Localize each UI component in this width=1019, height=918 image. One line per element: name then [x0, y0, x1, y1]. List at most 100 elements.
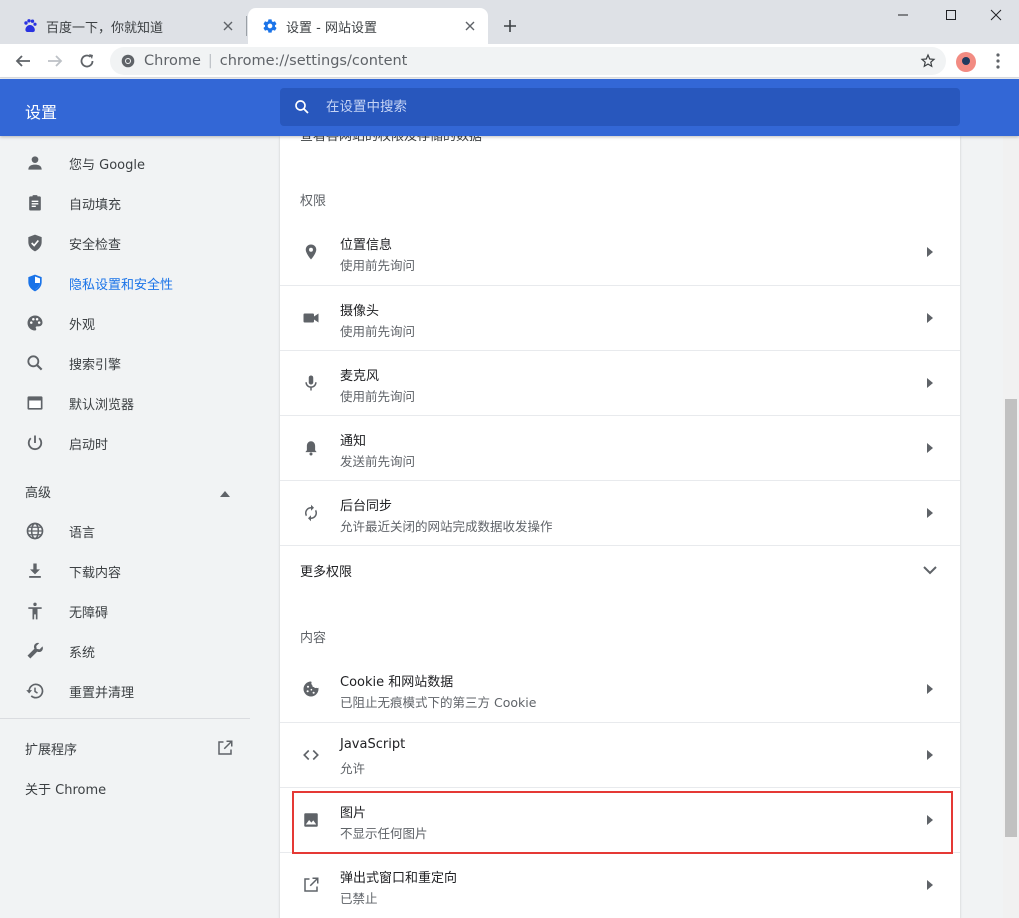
back-button[interactable]	[11, 49, 35, 73]
row-subtitle: 允许最近关闭的网站完成数据收发操作	[340, 519, 553, 534]
browser-toolbar: Chrome | chrome://settings/content	[0, 44, 1019, 78]
close-window-button[interactable]	[973, 0, 1019, 30]
permission-location[interactable]: 位置信息 使用前先询问	[280, 220, 960, 285]
url-path: chrome://settings/content	[219, 53, 408, 69]
close-icon[interactable]	[462, 18, 478, 34]
arrow-right-icon	[48, 55, 63, 67]
row-title: 后台同步	[340, 499, 393, 514]
sidebar-item-label: 关于 Chrome	[25, 782, 107, 798]
permission-background-sync[interactable]: 后台同步 允许最近关闭的网站完成数据收发操作	[280, 480, 960, 545]
advanced-toggle[interactable]: 高级	[0, 471, 250, 511]
tab-baidu[interactable]: 百度一下，你就知道	[8, 8, 246, 44]
new-tab-button[interactable]	[498, 14, 522, 38]
more-permissions-expander[interactable]: 更多权限	[280, 545, 960, 593]
tab-separator	[246, 16, 247, 36]
settings-header: 设置	[0, 79, 1019, 136]
row-title: 位置信息	[340, 238, 393, 253]
arrow-right-icon	[924, 681, 936, 697]
open-in-new-icon	[216, 739, 234, 761]
download-icon	[24, 560, 46, 582]
page-scrollbar-thumb[interactable]	[1005, 399, 1017, 837]
sidebar-item-reset[interactable]: 重置并清理	[0, 671, 250, 711]
sidebar-item-google[interactable]: 您与 Google	[0, 143, 250, 183]
bookmark-star-icon[interactable]	[918, 51, 938, 71]
camera-icon	[300, 307, 322, 329]
maximize-icon	[946, 10, 956, 20]
forward-button[interactable]	[43, 49, 67, 73]
tab-settings[interactable]: 设置 - 网站设置	[248, 8, 488, 44]
chrome-icon	[120, 53, 136, 69]
sidebar-item-languages[interactable]: 语言	[0, 511, 250, 551]
minimize-button[interactable]	[880, 0, 926, 30]
url-origin: Chrome	[144, 53, 201, 69]
sidebar-item-default-browser[interactable]: 默认浏览器	[0, 383, 250, 423]
sidebar-item-accessibility[interactable]: 无障碍	[0, 591, 250, 631]
minimize-icon	[898, 14, 908, 16]
row-title: 摄像头	[340, 304, 380, 319]
browser-icon	[24, 392, 46, 414]
content-cookies[interactable]: Cookie 和网站数据 已阻止无痕模式下的第三方 Cookie	[280, 657, 960, 722]
close-icon[interactable]	[220, 18, 236, 34]
sync-icon	[300, 502, 322, 524]
row-subtitle: 发送前先询问	[340, 454, 416, 469]
reload-button[interactable]	[75, 49, 99, 73]
permission-camera[interactable]: 摄像头 使用前先询问	[280, 285, 960, 350]
row-title: JavaScript	[340, 737, 406, 752]
settings-search[interactable]	[280, 88, 960, 126]
site-data-link-partial[interactable]: 查看各网站的权限及存储的数据	[300, 136, 482, 144]
sidebar-item-on-startup[interactable]: 启动时	[0, 423, 250, 463]
sidebar-item-downloads[interactable]: 下载内容	[0, 551, 250, 591]
permission-notifications[interactable]: 通知 发送前先询问	[280, 415, 960, 480]
palette-icon	[24, 312, 46, 334]
more-permissions-label: 更多权限	[300, 565, 353, 580]
arrow-right-icon	[924, 505, 936, 521]
power-icon	[24, 432, 46, 454]
avatar-icon	[962, 57, 970, 65]
person-icon	[24, 152, 46, 174]
shield-icon	[24, 272, 46, 294]
content-heading: 内容	[300, 631, 327, 646]
page-title: 设置	[25, 103, 58, 122]
row-subtitle: 不显示任何图片	[340, 826, 428, 841]
address-bar[interactable]: Chrome | chrome://settings/content	[110, 47, 946, 75]
advanced-label: 高级	[25, 485, 52, 501]
browser-menu-button[interactable]	[988, 50, 1008, 72]
sidebar-item-label: 自动填充	[69, 197, 122, 213]
row-subtitle: 已阻止无痕模式下的第三方 Cookie	[340, 695, 537, 710]
permissions-heading: 权限	[300, 194, 327, 209]
row-title: 麦克风	[340, 369, 380, 384]
sidebar-item-system[interactable]: 系统	[0, 631, 250, 671]
maximize-button[interactable]	[928, 0, 974, 30]
sidebar-item-autofill[interactable]: 自动填充	[0, 183, 250, 223]
sidebar-divider	[0, 718, 250, 719]
row-title: 图片	[340, 806, 367, 821]
image-icon	[300, 809, 322, 831]
baidu-paw-icon	[22, 18, 38, 34]
sidebar-item-label: 搜索引擎	[69, 357, 122, 373]
globe-icon	[24, 520, 46, 542]
profile-avatar[interactable]	[956, 52, 976, 72]
row-subtitle: 允许	[340, 761, 366, 776]
content-popups[interactable]: 弹出式窗口和重定向 已禁止	[280, 852, 960, 917]
arrow-right-icon	[924, 812, 936, 828]
sidebar-item-label: 系统	[69, 645, 96, 661]
sidebar-item-about[interactable]: 关于 Chrome	[0, 768, 250, 808]
chevron-down-icon	[920, 560, 940, 580]
content-images[interactable]: 图片 不显示任何图片	[280, 787, 960, 852]
row-subtitle: 使用前先询问	[340, 324, 416, 339]
permission-microphone[interactable]: 麦克风 使用前先询问	[280, 350, 960, 415]
sidebar-item-privacy[interactable]: 隐私设置和安全性	[0, 263, 250, 303]
sidebar-item-search-engine[interactable]: 搜索引擎	[0, 343, 250, 383]
code-icon	[300, 744, 322, 766]
sidebar-item-appearance[interactable]: 外观	[0, 303, 250, 343]
search-input[interactable]	[326, 99, 926, 115]
accessibility-icon	[24, 600, 46, 622]
content-javascript[interactable]: JavaScript 允许	[280, 722, 960, 787]
url-separator: |	[207, 53, 213, 69]
gear-icon	[262, 18, 278, 34]
row-title: Cookie 和网站数据	[340, 675, 454, 690]
row-subtitle: 已禁止	[340, 891, 378, 906]
sidebar-item-extensions[interactable]: 扩展程序	[0, 728, 250, 768]
sidebar-item-label: 无障碍	[69, 605, 109, 621]
sidebar-item-safety-check[interactable]: 安全检查	[0, 223, 250, 263]
